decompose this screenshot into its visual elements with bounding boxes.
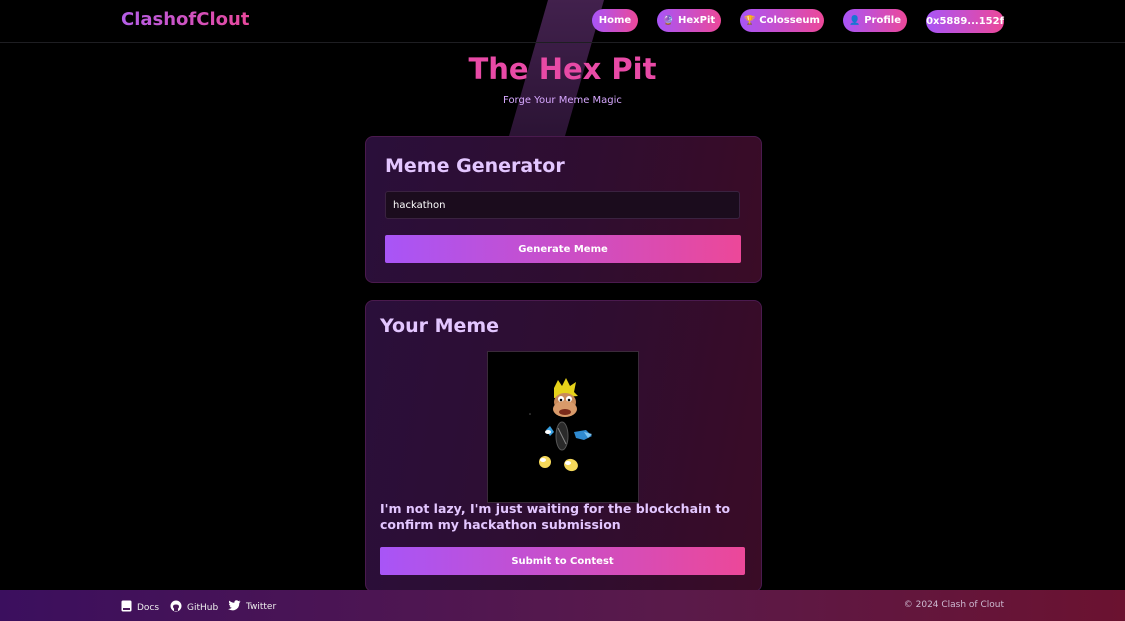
generate-meme-button[interactable]: Generate Meme [385,235,741,263]
nav-profile-label: Profile [864,15,901,26]
trophy-icon: 🏆 [744,15,756,26]
meme-caption: I'm not lazy, I'm just waiting for the b… [380,501,731,532]
wallet-address-button[interactable]: 0x5889...152f [926,10,1004,33]
wallet-address: 0x5889...152f [926,16,1004,27]
top-navbar: ClashofClout Home 🔮 HexPit 🏆 Colosseum 👤… [0,0,1125,43]
nav-home-label: Home [598,15,632,26]
your-meme-card: Your Meme I'm not lazy, I'm just waiting… [365,300,762,592]
nav-hexpit-label: HexPit [678,15,716,26]
submit-to-contest-button[interactable]: Submit to Contest [380,547,745,575]
footer-twitter-label: Twitter [246,602,277,612]
nav-hexpit-button[interactable]: 🔮 HexPit [657,9,721,32]
footer-docs-link[interactable]: Docs [121,600,159,615]
footer: Docs GitHub Twitter © 2024 Clash of Clou… [0,590,1125,621]
twitter-icon [228,600,241,614]
footer-github-label: GitHub [187,602,219,613]
nav-colosseum-label: Colosseum [759,15,820,26]
brand-logo[interactable]: ClashofClout [121,9,249,30]
nav-home-button[interactable]: Home [592,9,638,32]
nav-profile-button[interactable]: 👤 Profile [843,9,907,32]
page-title: The Hex Pit [468,52,657,86]
footer-twitter-link[interactable]: Twitter [228,600,276,614]
meme-image [487,351,639,503]
meme-character-illustration [529,378,592,472]
github-icon [170,600,182,615]
your-meme-heading: Your Meme [380,315,500,337]
meme-generator-card: Meme Generator Generate Meme [365,136,762,283]
meme-topic-input[interactable] [385,191,740,219]
meme-generator-heading: Meme Generator [385,155,565,177]
nav-colosseum-button[interactable]: 🏆 Colosseum [740,9,824,32]
user-icon: 👤 [849,15,861,26]
book-icon [121,600,132,615]
page-subtitle: Forge Your Meme Magic [503,95,622,106]
footer-docs-label: Docs [137,602,160,613]
copyright-text: © 2024 Clash of Clout [903,600,1004,610]
footer-github-link[interactable]: GitHub [170,600,218,615]
crystal-ball-icon: 🔮 [662,15,675,26]
